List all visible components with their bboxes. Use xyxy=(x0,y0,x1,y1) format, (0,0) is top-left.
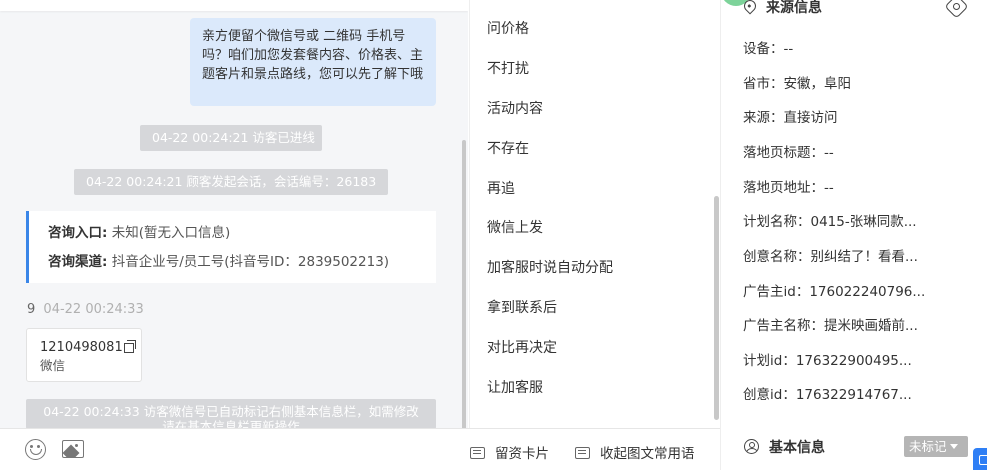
chat-header-bar xyxy=(0,0,468,11)
wechat-number: 1210498081 xyxy=(40,340,123,355)
source-info-header: 来源信息 xyxy=(741,0,822,17)
phrase-item[interactable]: 拿到联系后 xyxy=(487,297,557,317)
system-message-session-started: 04-22 00:24:21 顾客发起会话，会话编号：26183 xyxy=(74,169,388,195)
info-row-advertiser-name: 广告主名称：提米映画婚前... xyxy=(743,318,918,334)
info-row-creative-id: 创意id：176322914767... xyxy=(743,387,912,403)
emoji-icon[interactable] xyxy=(25,439,46,460)
phrase-item[interactable]: 加客服时说自动分配 xyxy=(487,257,613,277)
system-message-auto-tag: 04-22 00:24:33 访客微信号已自动标记右侧基本信息栏，如需修改请在基… xyxy=(26,399,436,428)
channel-row: 咨询渠道: 抖音企业号/员工号(抖音号ID：2839502213) xyxy=(48,250,436,279)
info-row-region: 省市：安徽，阜阳 xyxy=(743,76,851,92)
phrase-item[interactable]: 再追 xyxy=(487,178,515,198)
info-row-landing-title: 落地页标题：-- xyxy=(743,145,834,161)
card-icon xyxy=(470,447,485,459)
info-row-advertiser-id: 广告主id：176022240796... xyxy=(743,284,926,300)
channel-value: 抖音企业号/员工号(抖音号ID：2839502213) xyxy=(111,254,390,270)
basic-info-header: 基本信息 xyxy=(744,437,825,457)
info-row-plan-name: 计划名称：0415-张琳同款... xyxy=(743,214,917,230)
entrance-value: 未知(暂无入口信息) xyxy=(111,225,231,241)
info-row-landing-url: 落地页地址：-- xyxy=(743,180,834,196)
info-row-creative-name: 创意名称：别纠结了！看看... xyxy=(743,249,918,265)
visitor-info-panel: 来源信息 设备：-- 省市：安徽，阜阳 来源：直接访问 落地页标题：-- 落地页… xyxy=(720,0,987,470)
wechat-card[interactable]: 1210498081 微信 xyxy=(26,328,142,382)
chat-scrollbar[interactable] xyxy=(462,140,466,428)
lead-card-label: 留资卡片 xyxy=(495,446,549,462)
entry-info-card: 咨询入口: 未知(暂无入口信息) 咨询渠道: 抖音企业号/员工号(抖音号ID：2… xyxy=(26,211,436,283)
phrase-item[interactable]: 活动内容 xyxy=(487,98,543,118)
info-row-source: 来源：直接访问 xyxy=(743,110,838,126)
entrance-label: 咨询入口: xyxy=(48,225,108,241)
collapse-phrases-button[interactable]: 收起图文常用语 xyxy=(575,442,695,462)
visitor-message-meta: 9 04-22 00:24:33 xyxy=(27,302,144,317)
phrase-item[interactable]: 微信上发 xyxy=(487,217,543,237)
basic-info-title: 基本信息 xyxy=(769,440,825,456)
agent-message-bubble: 亲方便留个微信号或 二维码 手机号吗？咱们加您发套餐内容、价格表、主题客片和景点… xyxy=(190,18,436,106)
quick-phrase-panel: 问价格 不打扰 活动内容 不存在 再追 微信上发 加客服时说自动分配 拿到联系后… xyxy=(469,0,720,428)
phrase-item[interactable]: 问价格 xyxy=(487,18,529,38)
phrase-scrollbar[interactable] xyxy=(714,196,719,420)
info-row-device: 设备：-- xyxy=(743,41,794,57)
phrase-item[interactable]: 不打扰 xyxy=(487,58,529,78)
wechat-label: 微信 xyxy=(40,358,66,373)
info-row-plan-id: 计划id：176322900495... xyxy=(743,353,912,369)
tag-dropdown-value: 未标记 xyxy=(909,439,947,454)
channel-label: 咨询渠道: xyxy=(48,254,108,270)
source-info-title: 来源信息 xyxy=(766,0,822,16)
input-toolbar: 留资卡片 收起图文常用语 xyxy=(0,428,720,470)
user-icon xyxy=(744,439,759,454)
system-message-visitor-online: 04-22 00:24:21 访客已进线 xyxy=(140,125,322,151)
chevron-down-icon xyxy=(949,444,958,449)
visitor-message-time: 04-22 00:24:33 xyxy=(43,302,144,317)
copy-icon[interactable] xyxy=(123,340,136,353)
collapse-phrases-label: 收起图文常用语 xyxy=(600,446,695,462)
wechat-number-row: 1210498081 xyxy=(40,339,141,357)
chat-history-panel[interactable]: 亲方便留个微信号或 二维码 手机号吗？咱们加您发套餐内容、价格表、主题客片和景点… xyxy=(0,0,468,428)
floating-message-button[interactable] xyxy=(973,448,987,470)
phrase-item[interactable]: 不存在 xyxy=(487,138,529,158)
entrance-row: 咨询入口: 未知(暂无入口信息) xyxy=(48,221,436,250)
lead-card-button[interactable]: 留资卡片 xyxy=(470,442,549,462)
settings-icon[interactable] xyxy=(944,0,969,19)
image-icon[interactable] xyxy=(62,440,84,458)
tag-dropdown[interactable]: 未标记 xyxy=(904,436,968,457)
message-icon xyxy=(575,447,590,459)
phrase-item[interactable]: 让加客服 xyxy=(487,377,543,397)
location-pin-icon xyxy=(741,0,759,15)
phrase-item[interactable]: 对比再决定 xyxy=(487,337,557,357)
visitor-name: 9 xyxy=(27,302,36,317)
chat-workspace: 亲方便留个微信号或 二维码 手机号吗？咱们加您发套餐内容、价格表、主题客片和景点… xyxy=(0,0,987,470)
